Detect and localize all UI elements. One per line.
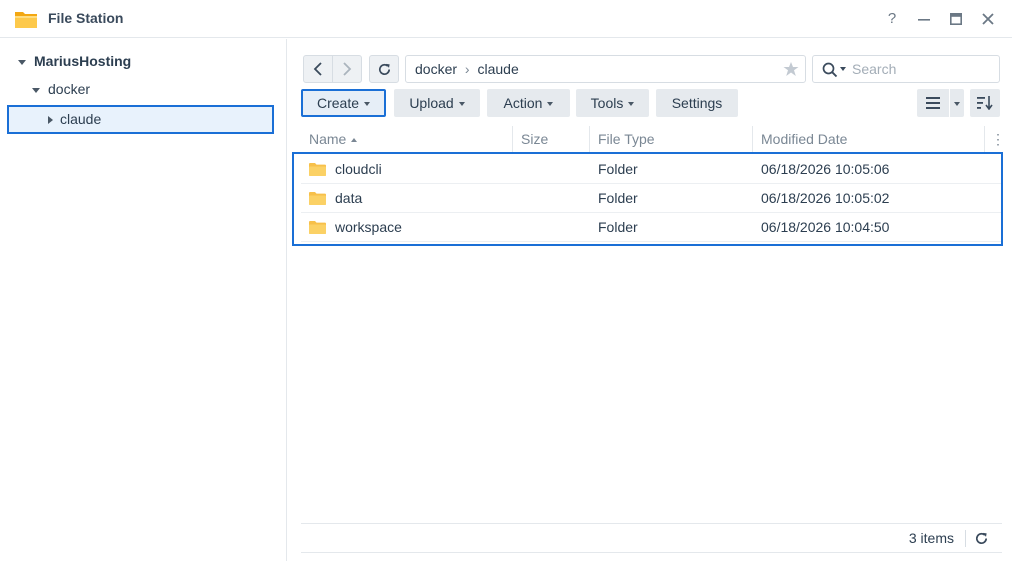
back-button[interactable] [303, 55, 333, 83]
chevron-down-icon [628, 102, 635, 107]
chevron-down-icon [547, 102, 554, 107]
column-options-icon[interactable]: ⋮ [991, 126, 1005, 153]
file-name[interactable]: data [335, 184, 362, 213]
chevron-down-icon [954, 102, 960, 107]
file-name[interactable]: cloudcli [335, 155, 382, 184]
chevron-down-icon [364, 102, 371, 107]
refresh-icon [378, 63, 390, 75]
list-view-button[interactable] [917, 89, 949, 117]
list-view-icon [926, 97, 940, 109]
table-row[interactable]: workspace Folder 06/18/2026 10:04:50 [301, 213, 1002, 242]
view-dropdown-button[interactable] [950, 89, 964, 117]
app-title: File Station [48, 10, 124, 26]
path-separator: › [464, 61, 470, 77]
file-type: Folder [598, 219, 638, 235]
action-button[interactable]: Action [487, 89, 570, 117]
settings-button[interactable]: Settings [656, 89, 738, 117]
chevron-right-icon [343, 62, 352, 76]
sidebar-item-label: docker [48, 81, 91, 97]
create-label: Create [316, 95, 360, 111]
tools-button[interactable]: Tools [576, 89, 649, 117]
upload-button[interactable]: Upload [394, 89, 480, 117]
maximize-button[interactable] [946, 9, 966, 29]
file-type: Folder [598, 190, 638, 206]
folder-icon [309, 163, 326, 176]
status-bar: 3 items [301, 523, 1002, 553]
column-name[interactable]: Name [301, 126, 513, 153]
column-size[interactable]: Size [513, 126, 590, 153]
close-button[interactable] [978, 9, 998, 29]
chevron-down-icon [18, 59, 26, 65]
refresh-icon[interactable] [974, 531, 989, 546]
folder-icon [309, 192, 326, 205]
file-modified: 06/18/2026 10:04:50 [761, 219, 890, 235]
close-icon [982, 13, 994, 25]
settings-label: Settings [671, 95, 723, 111]
file-name[interactable]: workspace [335, 213, 402, 242]
chevron-right-icon [48, 116, 53, 124]
minimize-icon [918, 19, 930, 21]
column-modified-date[interactable]: Modified Date [753, 126, 985, 153]
file-type: Folder [598, 161, 638, 177]
file-grid-header: Name Size File Type Modified Date ⋮ [301, 126, 1005, 153]
tools-label: Tools [590, 95, 624, 111]
sort-button[interactable] [970, 89, 1000, 117]
sidebar-item-claude[interactable]: claude [7, 105, 274, 134]
chevron-left-icon [313, 62, 322, 76]
help-button[interactable]: ? [882, 9, 902, 29]
path-bar[interactable]: docker › claude [405, 55, 806, 83]
sidebar: MariusHosting docker claude [0, 39, 287, 561]
action-label: Action [503, 95, 543, 111]
chevron-down-icon [32, 87, 40, 93]
table-row[interactable]: data Folder 06/18/2026 10:05:02 [301, 184, 1002, 213]
forward-button[interactable] [332, 55, 362, 83]
footer-divider [965, 530, 966, 547]
title-bar: File Station ? [0, 0, 1012, 38]
maximize-icon [950, 13, 962, 25]
folder-app-icon [15, 12, 37, 28]
file-modified: 06/18/2026 10:05:02 [761, 190, 890, 206]
chevron-down-icon [458, 102, 465, 107]
sidebar-item-docker[interactable]: docker [32, 75, 90, 103]
file-modified: 06/18/2026 10:05:06 [761, 161, 890, 177]
create-button[interactable]: Create [301, 89, 386, 117]
table-row[interactable]: cloudcli Folder 06/18/2026 10:05:06 [301, 155, 1002, 184]
search-icon[interactable] [822, 62, 838, 78]
sort-icon [977, 96, 993, 111]
folder-icon [309, 221, 326, 234]
sidebar-item-mariushosting[interactable]: MariusHosting [18, 47, 131, 75]
star-icon[interactable] [783, 61, 799, 77]
chevron-down-icon [840, 67, 846, 71]
upload-label: Upload [409, 95, 454, 111]
refresh-button[interactable] [369, 55, 399, 83]
sort-ascending-icon [351, 138, 358, 143]
sidebar-item-label: claude [60, 111, 102, 127]
minimize-button[interactable] [914, 9, 934, 29]
search-input[interactable]: Search [812, 55, 1000, 83]
path-segment-claude[interactable]: claude [477, 61, 518, 77]
search-placeholder: Search [852, 61, 897, 77]
path-segment-docker[interactable]: docker [415, 61, 457, 77]
column-name-label: Name [309, 131, 347, 147]
item-count: 3 items [908, 530, 954, 546]
sidebar-item-label: MariusHosting [34, 53, 132, 69]
column-file-type[interactable]: File Type [590, 126, 753, 153]
